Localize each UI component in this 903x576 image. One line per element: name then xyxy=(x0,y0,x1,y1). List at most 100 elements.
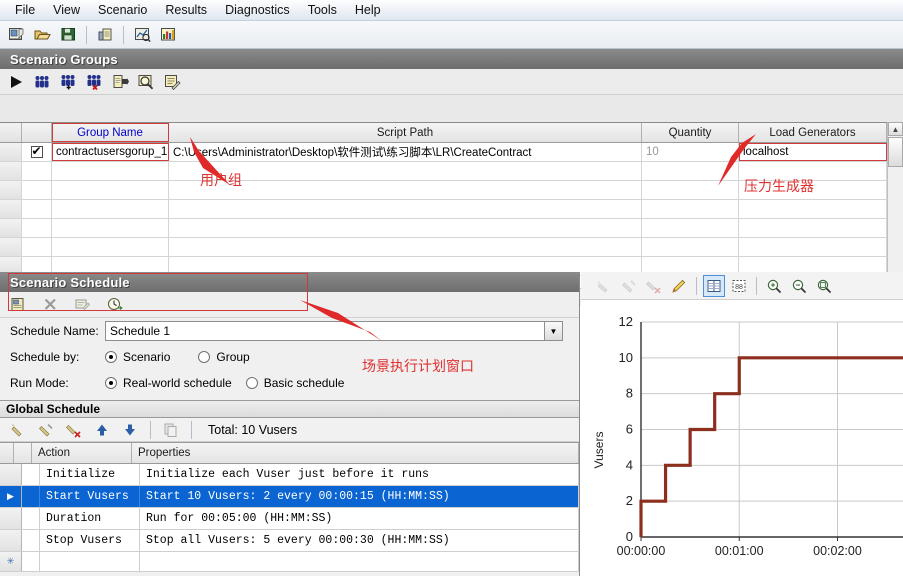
radio-icon[interactable] xyxy=(105,377,117,389)
cell-action[interactable]: Start Vusers xyxy=(40,486,140,507)
copy-action-icon[interactable] xyxy=(159,418,183,441)
cell-properties[interactable]: Stop all Vusers: 5 every 00:00:30 (HH:MM… xyxy=(140,530,579,551)
group-enabled-checkbox[interactable] xyxy=(30,144,43,158)
radio-schedule-by-group[interactable]: Group xyxy=(198,350,250,364)
groups-vertical-scrollbar[interactable]: ▲ ▼ xyxy=(887,122,903,288)
radio-icon[interactable] xyxy=(198,351,211,363)
cell-group-name[interactable]: contractusersgorup_1 xyxy=(52,143,169,161)
analysis-icon[interactable] xyxy=(156,23,180,46)
run-results-icon[interactable] xyxy=(130,23,154,46)
delete-schedule-icon[interactable] xyxy=(38,293,62,316)
move-up-icon[interactable] xyxy=(90,418,114,441)
column-header-load-generators[interactable]: Load Generators xyxy=(739,123,887,142)
zoom-reset-icon[interactable] xyxy=(813,275,835,297)
row-gutter[interactable] xyxy=(0,238,22,256)
new-scenario-icon[interactable] xyxy=(4,23,28,46)
cell-quantity[interactable]: 10 xyxy=(642,143,739,161)
svg-text:4: 4 xyxy=(626,457,633,472)
row-gutter[interactable] xyxy=(0,530,22,551)
scenario-groups-grid: Group Name Script Path Quantity Load Gen… xyxy=(0,122,887,288)
menu-item-tools[interactable]: Tools xyxy=(299,1,346,19)
row-gutter[interactable] xyxy=(0,181,22,199)
add-action-icon[interactable] xyxy=(6,418,30,441)
new-row-marker[interactable]: ✳ xyxy=(0,552,22,571)
column-header-action[interactable]: Action xyxy=(32,443,132,463)
cell-properties[interactable]: Run for 00:05:00 (HH:MM:SS) xyxy=(140,508,579,529)
cell-action[interactable]: Stop Vusers xyxy=(40,530,140,551)
scenario-details-icon[interactable] xyxy=(93,23,117,46)
schedule-row-start-vusers[interactable]: ▶ Start Vusers Start 10 Vusers: 2 every … xyxy=(0,486,579,508)
schedule-row-stop-vusers[interactable]: Stop Vusers Stop all Vusers: 5 every 00:… xyxy=(0,530,579,552)
empty-cell[interactable] xyxy=(140,552,579,571)
row-gutter[interactable]: ▶ xyxy=(0,486,22,507)
cell-load-generators[interactable]: localhost xyxy=(739,143,887,161)
schedule-name-input[interactable]: Schedule 1 xyxy=(105,321,545,341)
empty-row xyxy=(0,238,887,257)
cell-properties[interactable]: Initialize each Vuser just before it run… xyxy=(140,464,579,485)
remove-group-icon[interactable] xyxy=(82,70,106,93)
cell-action[interactable]: Duration xyxy=(40,508,140,529)
empty-row xyxy=(0,219,887,238)
menu-item-file[interactable]: File xyxy=(6,1,44,19)
legend-view-icon[interactable]: 88 xyxy=(728,275,750,297)
row-gutter[interactable] xyxy=(0,143,22,161)
edit-script-icon[interactable] xyxy=(160,70,184,93)
start-scenario-icon[interactable] xyxy=(4,70,28,93)
column-header-group-name[interactable]: Group Name xyxy=(52,123,169,142)
row-gutter[interactable] xyxy=(0,508,22,529)
column-header-script-path[interactable]: Script Path xyxy=(169,123,642,142)
grid-view-icon[interactable] xyxy=(703,274,725,297)
cell-properties[interactable]: Start 10 Vusers: 2 every 00:00:15 (HH:MM… xyxy=(140,486,579,507)
schedule-name-dropdown-arrow[interactable]: ▼ xyxy=(545,321,563,341)
add-point-icon[interactable] xyxy=(593,275,615,297)
row-gutter[interactable] xyxy=(0,200,22,218)
schedule-row-initialize[interactable]: Initialize Initialize each Vuser just be… xyxy=(0,464,579,486)
radio-real-world-schedule[interactable]: Real-world schedule xyxy=(105,376,232,390)
row-gutter[interactable] xyxy=(0,162,22,180)
pencil-edit-icon[interactable] xyxy=(668,275,690,297)
open-scenario-icon[interactable] xyxy=(30,23,54,46)
edit-point-icon[interactable] xyxy=(618,275,640,297)
radio-icon[interactable] xyxy=(105,351,117,363)
edit-action-icon[interactable] xyxy=(34,418,58,441)
row-gutter[interactable] xyxy=(0,219,22,237)
add-script-icon[interactable] xyxy=(108,70,132,93)
schedule-settings-icon[interactable] xyxy=(102,293,126,316)
scroll-up-arrow[interactable]: ▲ xyxy=(888,122,903,136)
row-gutter[interactable] xyxy=(0,464,22,485)
vusers-icon[interactable] xyxy=(30,70,54,93)
column-header-check[interactable] xyxy=(22,123,52,142)
save-scenario-icon[interactable] xyxy=(56,23,80,46)
menu-item-scenario[interactable]: Scenario xyxy=(89,1,156,19)
add-group-icon[interactable] xyxy=(56,70,80,93)
svg-text:88: 88 xyxy=(735,284,743,291)
radio-icon[interactable] xyxy=(245,377,258,389)
menu-item-diagnostics[interactable]: Diagnostics xyxy=(216,1,299,19)
menu-item-help[interactable]: Help xyxy=(346,1,390,19)
move-down-icon[interactable] xyxy=(118,418,142,441)
column-header-properties[interactable]: Properties xyxy=(132,443,579,463)
scroll-thumb[interactable] xyxy=(888,137,903,167)
zoom-in-icon[interactable] xyxy=(763,275,785,297)
table-row[interactable]: contractusersgorup_1 C:\Users\Administra… xyxy=(0,143,887,162)
new-schedule-icon[interactable] xyxy=(6,293,30,316)
schedule-by-label: Schedule by: xyxy=(10,350,80,364)
empty-cell[interactable] xyxy=(40,552,140,571)
svg-text:00:00:00: 00:00:00 xyxy=(617,544,666,558)
row-checkbox-cell[interactable] xyxy=(22,143,52,161)
radio-basic-schedule[interactable]: Basic schedule xyxy=(245,376,344,390)
menu-item-results[interactable]: Results xyxy=(156,1,216,19)
schedule-row-duration[interactable]: Duration Run for 00:05:00 (HH:MM:SS) xyxy=(0,508,579,530)
radio-schedule-by-scenario[interactable]: Scenario xyxy=(105,350,170,364)
column-header-quantity[interactable]: Quantity xyxy=(642,123,739,142)
cell-script-path[interactable]: C:\Users\Administrator\Desktop\软件测试\练习脚本… xyxy=(169,143,642,161)
schedule-row-new[interactable]: ✳ xyxy=(0,552,579,572)
rename-schedule-icon[interactable] xyxy=(70,293,94,316)
menu-item-view[interactable]: View xyxy=(44,1,89,19)
delete-point-icon[interactable] xyxy=(643,275,665,297)
scenario-groups-header-row: Group Name Script Path Quantity Load Gen… xyxy=(0,123,887,143)
cell-action[interactable]: Initialize xyxy=(40,464,140,485)
delete-action-icon[interactable] xyxy=(62,418,86,441)
zoom-out-icon[interactable] xyxy=(788,275,810,297)
view-script-icon[interactable] xyxy=(134,70,158,93)
